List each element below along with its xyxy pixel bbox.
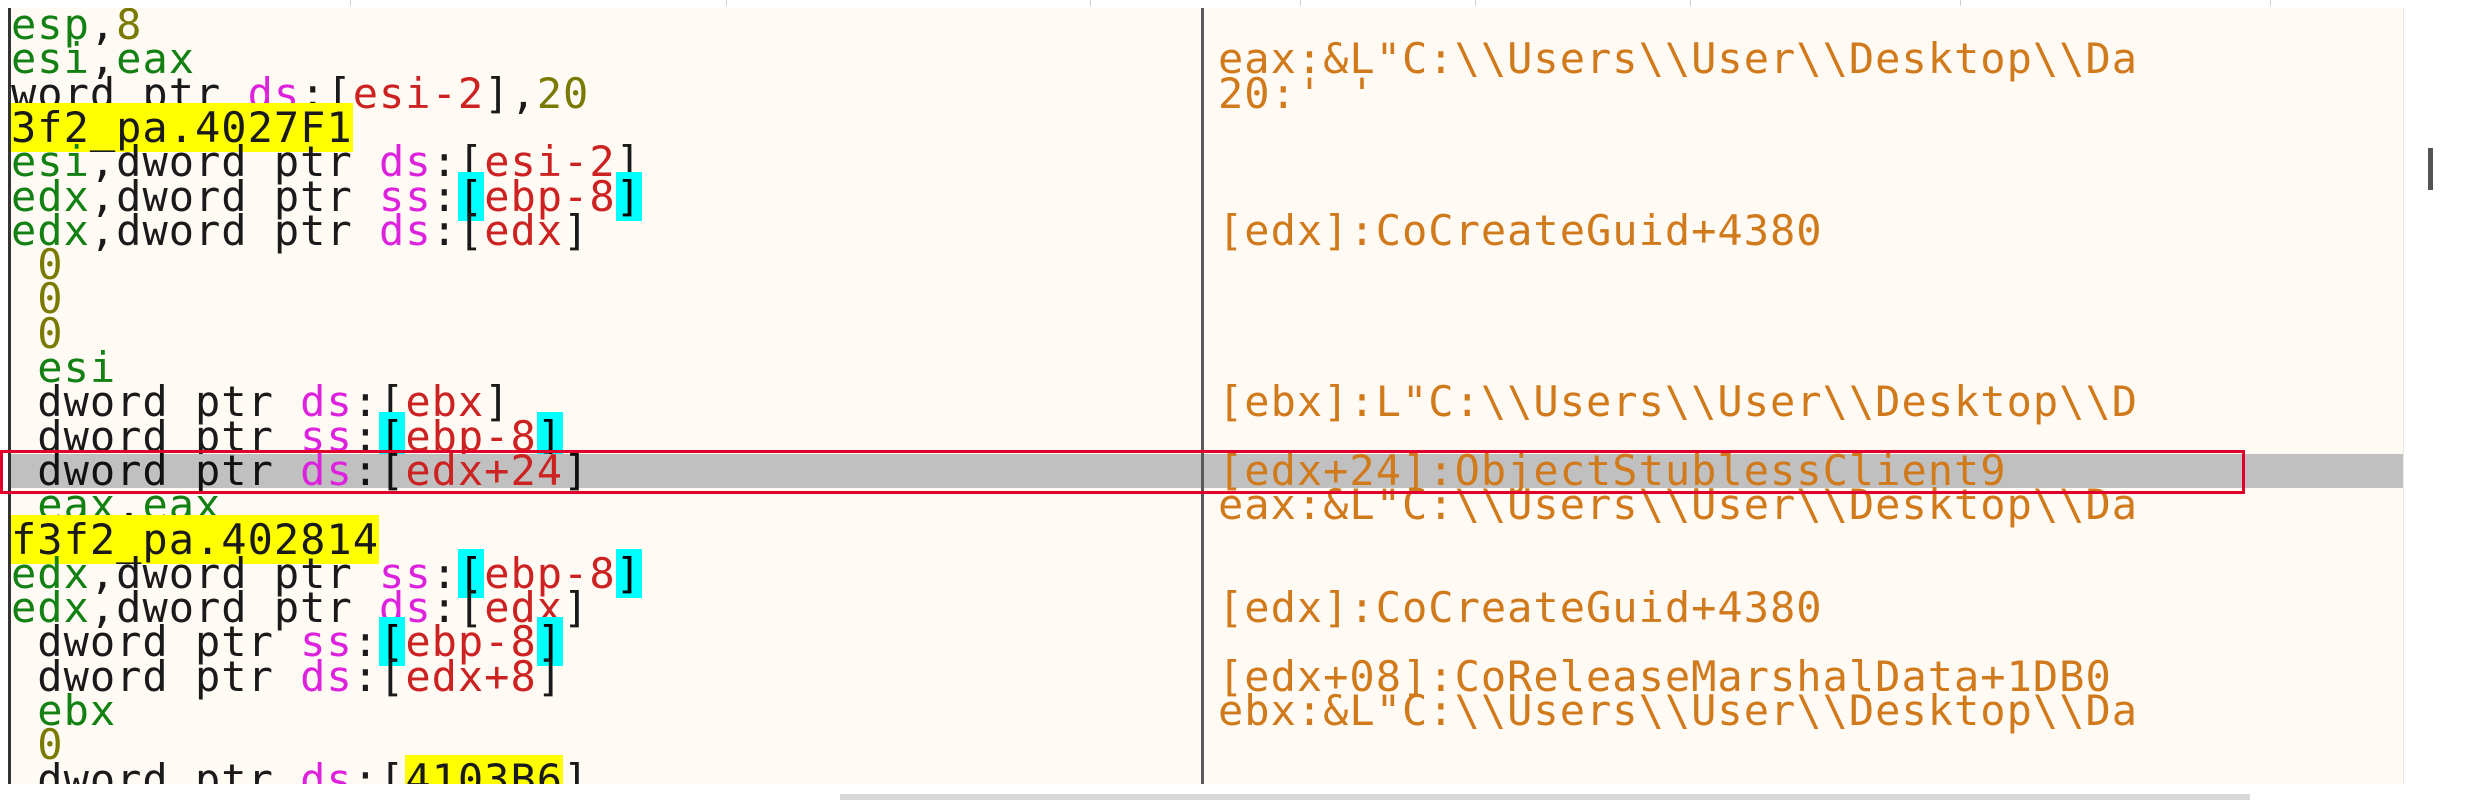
disasm-row[interactable]: 0 [11, 244, 2406, 286]
column-divider[interactable] [1201, 8, 1204, 784]
operand-token: :[ [352, 754, 406, 784]
operand-text: edx,dword ptr ds:[edx] [11, 209, 589, 251]
comment-text: [edx]:CoCreateGuid+4380 [1218, 205, 1823, 255]
operand-token: dword ptr [11, 754, 301, 784]
disasm-row[interactable]: ebx ebx:&L"C:\\Users\\User\\Desktop\\Da [11, 686, 2406, 735]
vertical-scrollbar[interactable] [2403, 8, 2476, 784]
disassembly-pane[interactable]: esp,8 esi,eax eax:&L"C:\\Users\\User\\Desk… [8, 8, 2406, 784]
disasm-row[interactable]: edx,dword ptr ds:[edx] [edx]:CoCreateGuid… [11, 205, 2406, 255]
disasm-row[interactable]: 0 [11, 312, 2406, 354]
comment-text: 20:' ' [1218, 68, 1376, 118]
vertical-scrollbar-thumb[interactable] [2428, 148, 2433, 190]
horizontal-scrollbar-thumb[interactable] [840, 794, 2250, 800]
operand-token: ds [300, 754, 353, 784]
debugger-window: esp,8 esi,eax eax:&L"C:\\Users\\User\\Desk… [0, 0, 2476, 804]
disasm-row[interactable]: dword ptr ds:[4103B6] [11, 754, 2406, 784]
disasm-row[interactable]: 0 [11, 278, 2406, 320]
operand-text: dword ptr ds:[4103B6] [11, 754, 589, 784]
operand-token: 4103B6 [405, 754, 564, 784]
disasm-row[interactable]: word ptr ds:[esi-2],20 20:' ' [11, 68, 2406, 118]
comment-text: ebx:&L"C:\\Users\\User\\Desktop\\Da [1218, 686, 2139, 735]
comment-text: [edx]:CoCreateGuid+4380 [1218, 583, 1823, 633]
operand-token: ] [563, 754, 590, 784]
comment-text: eax:&L"C:\\Users\\User\\Desktop\\Da [1218, 480, 2139, 530]
column-header-strip [0, 0, 2476, 8]
comment-text: [ebx]:L"C:\\Users\\User\\Desktop\\D [1218, 377, 2139, 427]
